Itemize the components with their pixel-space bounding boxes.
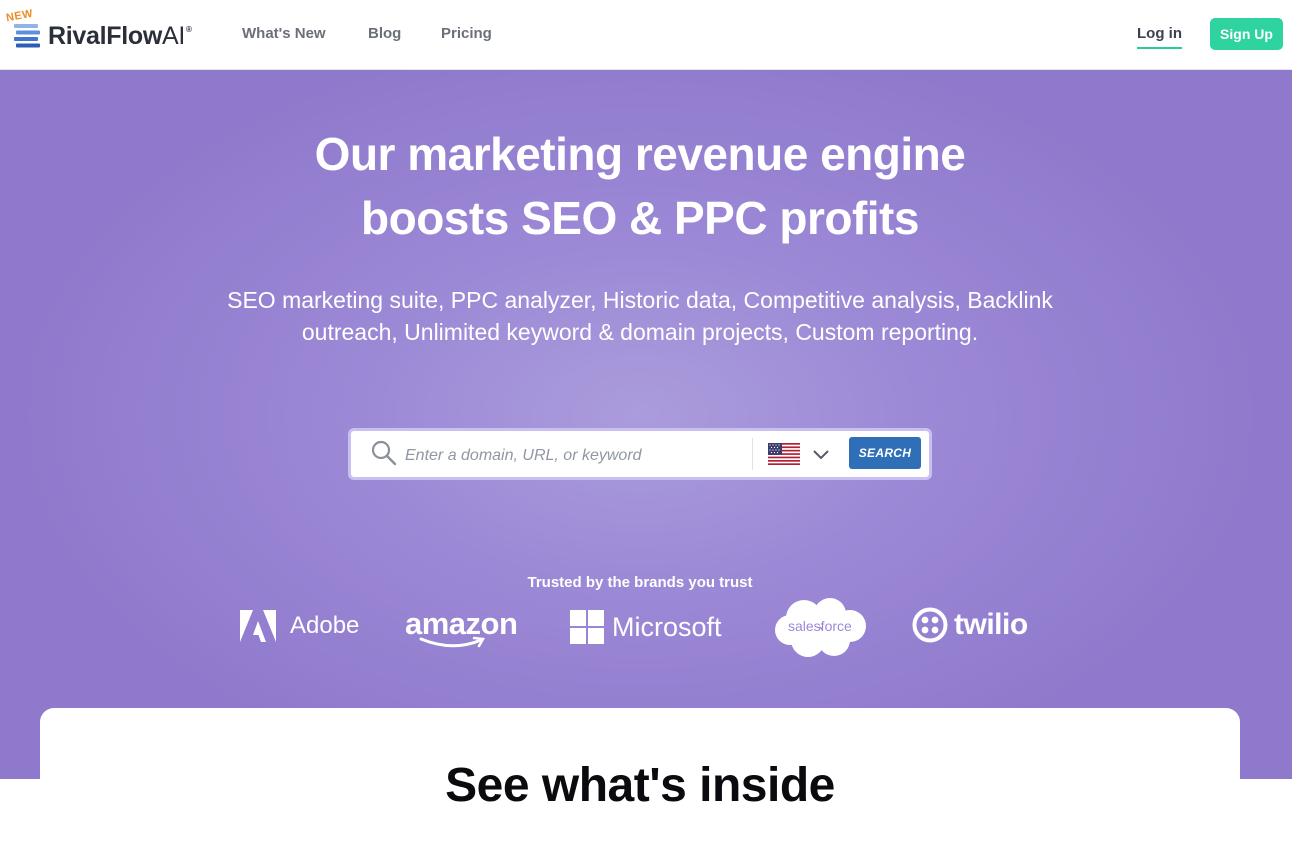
features-title: See what's inside: [445, 759, 835, 812]
new-badge: NEW: [5, 7, 35, 25]
login-link[interactable]: Log in: [1137, 25, 1182, 49]
microsoft-icon: [570, 610, 604, 644]
amazon-logo: amazon: [405, 606, 518, 650]
search-input[interactable]: [403, 441, 747, 471]
nav-whats-new[interactable]: What's New: [242, 25, 326, 42]
us-flag-icon[interactable]: [768, 443, 800, 465]
amazon-smile-icon: [419, 636, 486, 648]
salesforce-wordmark: salesforce: [788, 618, 852, 634]
adobe-icon: [240, 610, 276, 642]
twilio-logo: twilio: [912, 607, 1028, 643]
top-nav-bar: NEW RivalFlowAI® What's New Blog Pricing…: [0, 0, 1292, 70]
nav-pricing[interactable]: Pricing: [441, 25, 492, 42]
search-button[interactable]: SEARCH: [849, 437, 921, 469]
adobe-logo: Adobe: [240, 610, 359, 642]
twilio-icon: [912, 607, 948, 643]
trusted-label: Trusted by the brands you trust: [527, 574, 753, 591]
twilio-wordmark: twilio: [954, 608, 1028, 641]
features-card: See what's inside: [40, 708, 1240, 868]
chevron-down-icon[interactable]: [812, 448, 830, 460]
hero-title: Our marketing revenue engine boosts SEO …: [0, 122, 1280, 250]
rivalflow-logo[interactable]: NEW RivalFlowAI®: [5, 7, 208, 54]
microsoft-wordmark: Microsoft: [612, 611, 722, 642]
search-icon: [371, 440, 397, 466]
hero-section: Our marketing revenue engine boosts SEO …: [0, 70, 1292, 779]
adobe-wordmark: Adobe: [290, 612, 360, 639]
search-divider: [752, 438, 753, 470]
nav-blog[interactable]: Blog: [368, 25, 401, 42]
logo-wordmark: RivalFlowAI®: [48, 22, 192, 50]
microsoft-logo: Microsoft: [570, 610, 722, 644]
logo-stripes-icon: [14, 24, 40, 48]
hero-title-line-2: boosts SEO & PPC profits: [361, 192, 919, 244]
salesforce-logo: salesforce: [774, 596, 868, 660]
hero-subtitle: SEO marketing suite, PPC analyzer, Histo…: [227, 287, 1053, 345]
hero-title-line-1: Our marketing revenue engine: [314, 128, 966, 180]
search-bar: SEARCH: [348, 428, 932, 480]
sign-up-button[interactable]: Sign Up: [1210, 18, 1283, 50]
